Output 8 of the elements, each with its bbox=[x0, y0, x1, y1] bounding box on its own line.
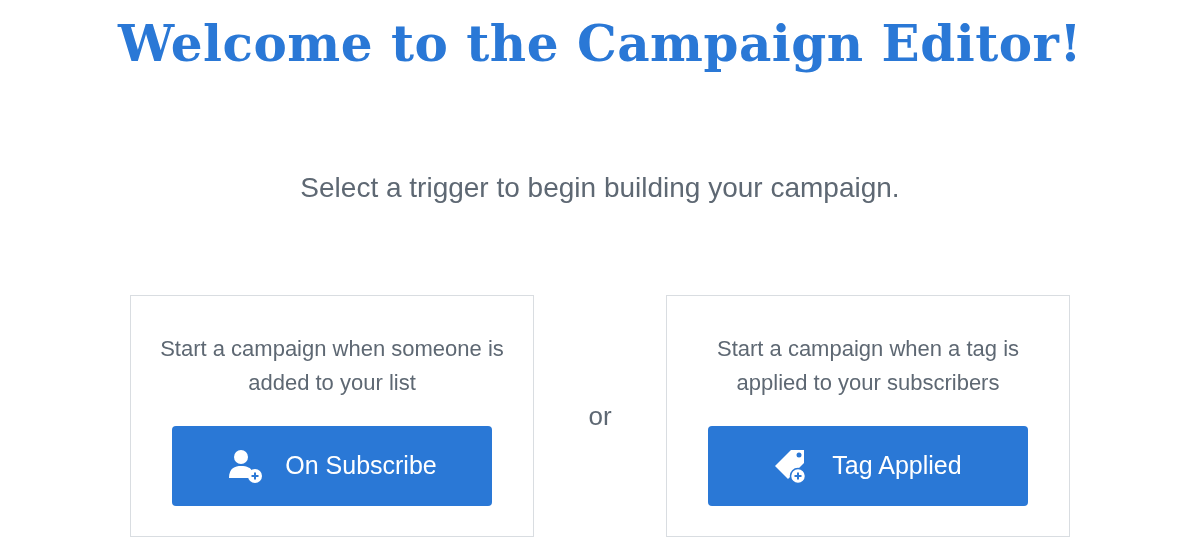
trigger-description: Start a campaign when someone is added to your list bbox=[159, 335, 505, 397]
page-title: Welcome to the Campaign Editor! bbox=[118, 13, 1082, 75]
trigger-button[interactable]: Tag Applied bbox=[708, 426, 1028, 506]
trigger-button[interactable]: On Subscribe bbox=[172, 426, 492, 506]
separator-text: or bbox=[587, 399, 613, 433]
user-plus-icon bbox=[227, 448, 264, 484]
trigger-description: Start a campaign when a tag is applied to your subscribers bbox=[715, 335, 1021, 397]
subtitle: Select a trigger to begin building your campaign. bbox=[300, 171, 900, 205]
